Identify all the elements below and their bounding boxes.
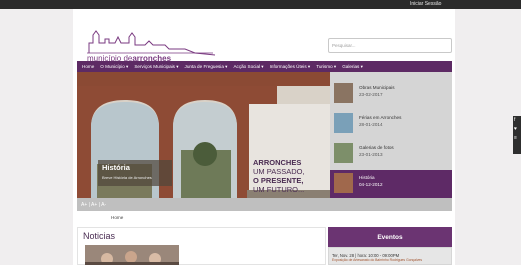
search-input[interactable]: Pesquisar...: [328, 38, 452, 53]
breadcrumb[interactable]: Home: [111, 215, 123, 220]
slogan-line-2: UM PASSADO,: [253, 167, 305, 176]
nav-item-municipio[interactable]: O Município ▾: [100, 64, 128, 70]
news-photo: [85, 245, 179, 265]
slide-thumb[interactable]: Galerias de fotos 23-01-2013: [330, 140, 452, 168]
thumb-image: [334, 173, 353, 193]
font-size-bar: A+ | A+ | A-: [77, 198, 452, 211]
events-panel: Eventos Ter, Nov. 28 | hora: 10:00 - 09:…: [328, 227, 452, 265]
hero-caption-subtitle: Breve História de Arronches: [102, 175, 152, 180]
login-link[interactable]: Iniciar Sessão: [410, 1, 441, 7]
rss-icon[interactable]: ≡: [514, 134, 521, 143]
hero-caption: História Breve História de Arronches: [98, 160, 172, 186]
slide-thumb[interactable]: Férias em Arronches 28-01-2014: [330, 110, 452, 138]
nav-item-servicos[interactable]: Serviços Municipais ▾: [134, 64, 178, 70]
slide-thumb[interactable]: Obras Municipais 23-02-2017: [330, 80, 452, 108]
nav-item-turismo[interactable]: Turismo ▾: [316, 64, 336, 70]
top-bar: Iniciar Sessão: [0, 0, 521, 9]
hero-caption-title: História: [102, 163, 130, 172]
slogan-line-3: O PRESENTE,: [253, 176, 304, 185]
thumb-title: História: [359, 175, 375, 180]
hero-slogan: ARRONCHES UM PASSADO, O PRESENTE, UM FUT…: [253, 158, 323, 194]
facebook-icon[interactable]: f: [514, 116, 521, 125]
nav-item-galerias[interactable]: Galerias ▾: [342, 64, 363, 70]
news-image[interactable]: [85, 245, 179, 265]
main-nav: Home O Município ▾ Serviços Municipais ▾…: [77, 61, 452, 72]
page-container: município dearronches Pesquisar... Home …: [73, 9, 455, 265]
slide-thumb-active[interactable]: História 04-12-2012: [330, 170, 452, 198]
hero-slide[interactable]: História Breve História de Arronches ARR…: [77, 72, 330, 198]
thumb-title: Galerias de fotos: [359, 145, 394, 150]
events-header: Eventos: [328, 227, 452, 247]
events-title: Eventos: [377, 234, 403, 241]
slogan-line-1: ARRONCHES: [253, 158, 302, 167]
thumb-title: Obras Municipais: [359, 85, 395, 90]
slogan-line-4: UM FUTURO...: [253, 185, 305, 194]
news-section: Noticias: [77, 227, 326, 265]
thumb-date: 23-01-2013: [359, 152, 383, 157]
thumb-title: Férias em Arronches: [359, 115, 402, 120]
social-side-tab[interactable]: f ♥ ≡: [513, 116, 521, 154]
nav-item-accao-social[interactable]: Acção Social ▾: [233, 64, 263, 70]
share-icon[interactable]: ♥: [514, 125, 521, 134]
thumb-image: [334, 83, 353, 103]
thumb-date: 28-01-2014: [359, 122, 383, 127]
thumb-date: 04-12-2012: [359, 182, 383, 187]
thumb-image: [334, 143, 353, 163]
nav-item-home[interactable]: Home: [82, 64, 94, 69]
font-size-controls[interactable]: A+ | A+ | A-: [81, 202, 106, 208]
news-title: Noticias: [83, 231, 116, 241]
event-item[interactable]: Ter, Nov. 28 | hora: 10:00 - 09:00PM Exp…: [328, 247, 452, 265]
thumb-image: [334, 113, 353, 133]
nav-item-junta[interactable]: Junta de Freguesia ▾: [185, 64, 228, 70]
event-description: Exposição de Artesanato do Bairrinho Rod…: [332, 258, 423, 262]
thumb-date: 23-02-2017: [359, 92, 383, 97]
slide-thumbnails: Obras Municipais 23-02-2017 Férias em Ar…: [330, 72, 452, 198]
nav-item-informacoes[interactable]: Informações Úteis ▾: [270, 64, 311, 70]
